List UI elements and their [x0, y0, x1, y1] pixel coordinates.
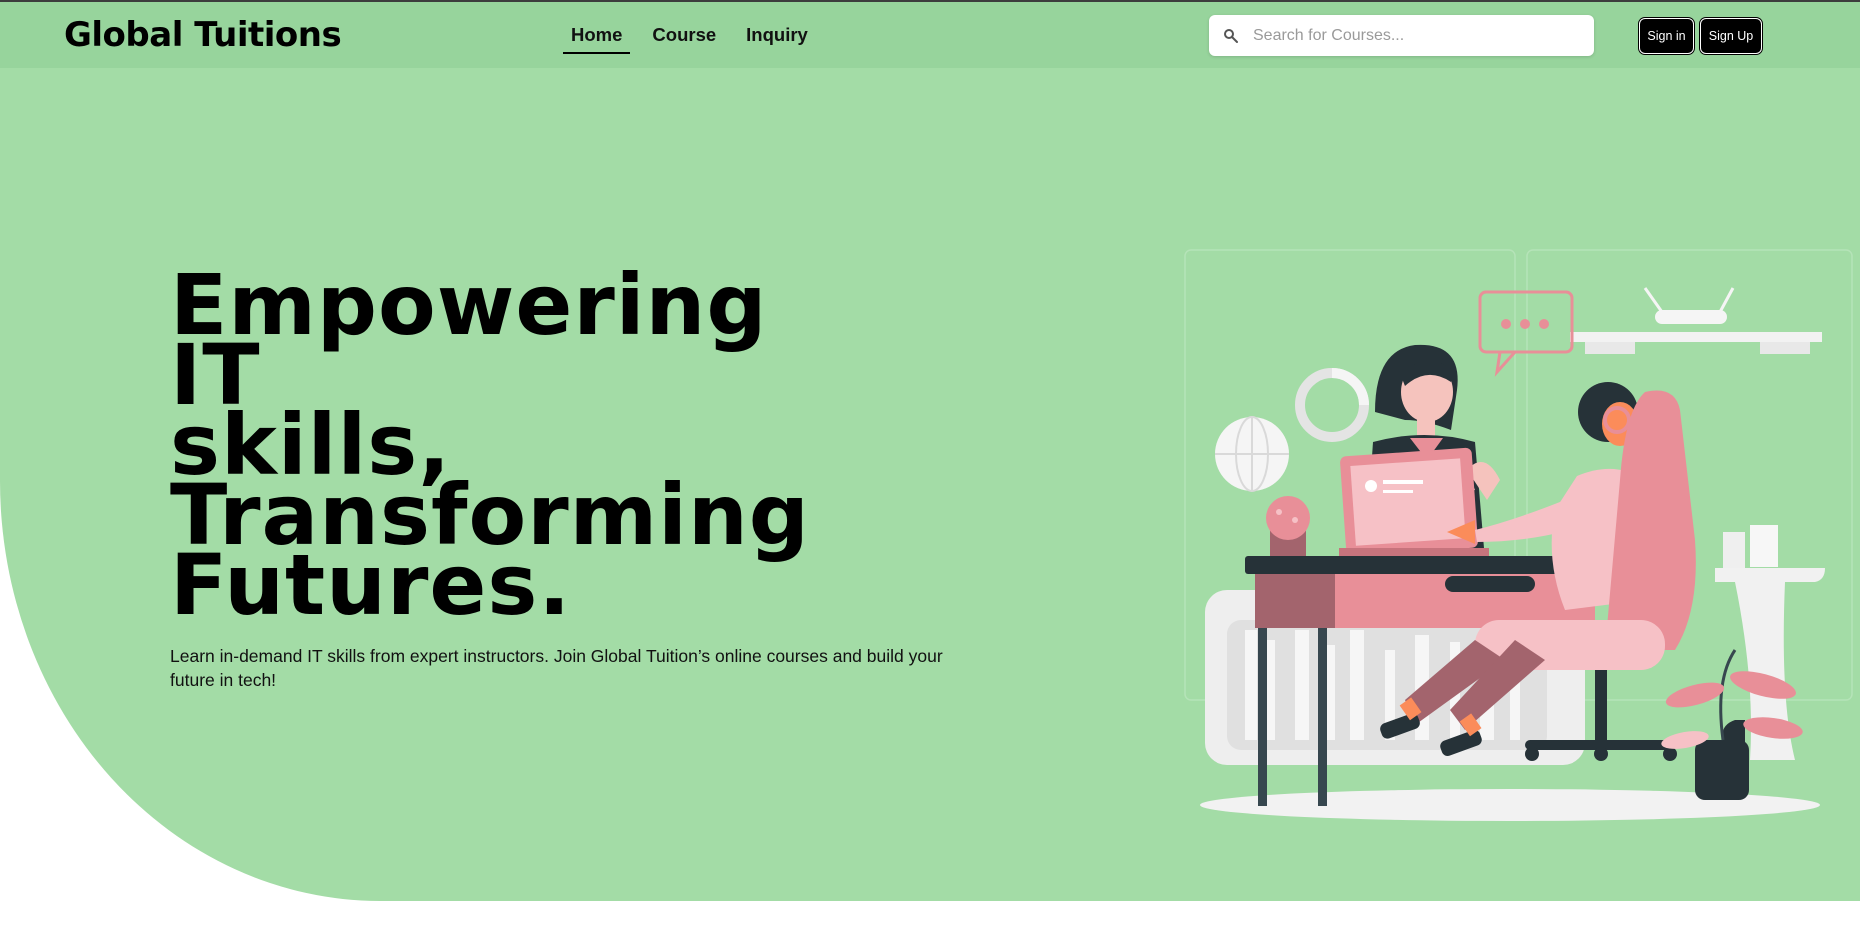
search-input[interactable] — [1253, 15, 1594, 56]
hero-headline: Empowering IT skills, Transforming Futur… — [170, 256, 810, 627]
nav-inquiry[interactable]: Inquiry — [738, 24, 816, 54]
main-nav: Home Course Inquiry — [563, 24, 830, 54]
search-icon[interactable] — [1223, 15, 1253, 56]
headline-line: Empowering — [170, 256, 768, 354]
tutoring-illustration — [1184, 249, 1853, 821]
hero-subtext: Learn in-demand IT skills from expert in… — [170, 646, 943, 690]
nav-course[interactable]: Course — [644, 24, 724, 54]
navbar: Global Tuitions Home Course Inquiry Sign… — [0, 2, 1860, 68]
signin-button[interactable]: Sign in — [1639, 18, 1694, 54]
nav-home[interactable]: Home — [563, 24, 631, 54]
brand-logo[interactable]: Global Tuitions — [64, 15, 342, 55]
hero-section: Empowering IT skills, Transforming Futur… — [0, 68, 1860, 901]
signup-button[interactable]: Sign Up — [1700, 18, 1762, 54]
search-bar — [1209, 15, 1594, 56]
